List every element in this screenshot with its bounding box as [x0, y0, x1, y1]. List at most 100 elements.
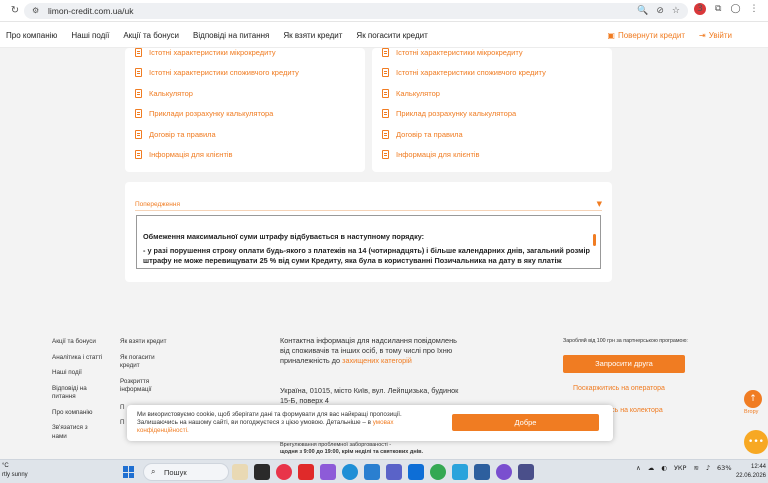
- weather-widget[interactable]: °C rtly sunny: [2, 462, 28, 480]
- telegram-icon[interactable]: [452, 464, 468, 480]
- complain-operator-link[interactable]: Поскаржитись на оператора: [573, 385, 665, 392]
- taskbar: °C rtly sunny ⌕ Пошук ∧ ☁ ◐ УКР ≋ ♪ 63% …: [0, 459, 768, 483]
- doc-link[interactable]: Інформація для клієнтів: [135, 145, 365, 166]
- app-icon[interactable]: [254, 464, 270, 480]
- app-dark-icon[interactable]: [518, 464, 534, 480]
- browser-toolbar: ↻ ⚙ limon-credit.com.ua/uk 🔍 ⊘ ☆ 3 ⧉ ◯ ⋮: [0, 0, 768, 22]
- doc-link[interactable]: Істотні характеристики споживчого кредит…: [135, 63, 365, 84]
- document-icon: [382, 47, 389, 57]
- language-indicator[interactable]: УКР: [674, 464, 687, 472]
- login-icon: ⇥: [699, 30, 706, 40]
- menu-faq[interactable]: Відповіді на питання: [193, 31, 269, 40]
- documents-card-left: Істотні характеристики мікрокредиту Істо…: [125, 47, 365, 172]
- dropbox-icon[interactable]: [408, 464, 424, 480]
- battery-indicator[interactable]: 63%: [717, 464, 731, 472]
- system-tray: ∧ ☁ ◐ УКР ≋ ♪ 63%: [636, 464, 732, 472]
- document-icon: [382, 150, 389, 160]
- footer-link[interactable]: Як погасити кредит: [120, 354, 162, 371]
- chat-icon[interactable]: •••: [744, 430, 768, 454]
- document-icon: [382, 109, 389, 119]
- footer-col-1: Акції та бонуси Аналітика і статті Наші …: [52, 338, 112, 441]
- chrome-icon[interactable]: [430, 464, 446, 480]
- warning-title[interactable]: Попередження: [135, 201, 180, 208]
- footer-link[interactable]: Акції та бонуси: [52, 338, 112, 347]
- document-icon: [135, 68, 142, 78]
- cookie-accept-button[interactable]: Добре: [452, 414, 599, 431]
- contact-info: Контактна інформація для надсилання пові…: [280, 336, 457, 365]
- file-explorer-icon[interactable]: [232, 464, 248, 480]
- warning-heading: Обмеження максимальної суми штрафу відбу…: [143, 232, 425, 241]
- eye-off-icon[interactable]: ⊘: [656, 6, 664, 16]
- wallet-icon: ▣: [607, 30, 615, 40]
- company-address: Україна, 01015, місто Київ, вул. Лейпциз…: [280, 386, 459, 405]
- doc-link[interactable]: Калькулятор: [135, 83, 365, 104]
- doc-link[interactable]: Істотні характеристики споживчого кредит…: [382, 63, 612, 84]
- doc-link[interactable]: Калькулятор: [382, 83, 612, 104]
- document-icon: [135, 129, 142, 139]
- footer-link[interactable]: Розкриття інформації: [120, 378, 160, 395]
- address-bar[interactable]: ⚙ limon-credit.com.ua/uk 🔍 ⊘ ☆: [24, 3, 688, 19]
- scrollbar-thumb[interactable]: [593, 234, 596, 246]
- doc-link[interactable]: Інформація для клієнтів: [382, 145, 612, 166]
- teams-icon[interactable]: [386, 464, 402, 480]
- cloud-icon[interactable]: ☁: [648, 464, 655, 472]
- menu-events[interactable]: Наші події: [71, 31, 109, 40]
- menu-dots-icon[interactable]: ⋮: [750, 4, 759, 14]
- edge-icon[interactable]: [342, 464, 358, 480]
- doc-link[interactable]: Істотні характеристики мікрокредиту: [382, 42, 612, 63]
- doc-link[interactable]: Істотні характеристики мікрокредиту: [135, 42, 365, 63]
- tray-app-icon[interactable]: ◐: [661, 464, 667, 472]
- app-blue-icon[interactable]: [474, 464, 490, 480]
- reload-icon[interactable]: ↻: [8, 4, 22, 18]
- clock[interactable]: 12:44 22.06.2026: [731, 463, 766, 481]
- menu-about[interactable]: Про компанію: [6, 31, 57, 40]
- menu-how-to-get[interactable]: Як взяти кредит: [283, 31, 342, 40]
- menu-promotions[interactable]: Акції та бонуси: [123, 31, 179, 40]
- chevron-down-icon[interactable]: ▼: [597, 200, 602, 208]
- zoom-icon[interactable]: 🔍: [637, 6, 648, 16]
- warning-text-box[interactable]: Обмеження максимальної суми штрафу відбу…: [136, 215, 601, 269]
- debt-schedule: Врегулювання проблемної заборгованості -…: [280, 442, 424, 455]
- cookie-banner: Ми використовуємо cookie, щоб зберігати …: [127, 405, 613, 441]
- footer-link[interactable]: Відповіді на питання: [52, 385, 98, 402]
- extensions-icon[interactable]: ⧉: [715, 4, 721, 14]
- site-info-icon[interactable]: ⚙: [32, 6, 42, 16]
- footer-link[interactable]: Зв'язатися з нами: [52, 424, 96, 441]
- login-link[interactable]: ⇥ Увійти: [699, 31, 732, 40]
- invite-friend-button[interactable]: Запросити друга: [563, 355, 685, 373]
- warning-item: - у разі порушення строку оплати будь-як…: [143, 246, 590, 265]
- menu-how-to-repay[interactable]: Як погасити кредит: [356, 31, 427, 40]
- bookmark-star-icon[interactable]: ☆: [672, 6, 680, 16]
- document-icon: [135, 109, 142, 119]
- document-icon: [382, 129, 389, 139]
- document-icon: [135, 150, 142, 160]
- footer-link[interactable]: Про компанію: [52, 409, 112, 418]
- store-icon[interactable]: [364, 464, 380, 480]
- viber-icon[interactable]: [496, 464, 512, 480]
- volume-icon[interactable]: ♪: [706, 464, 710, 472]
- footer-link[interactable]: Наші події: [52, 369, 112, 378]
- doc-link[interactable]: Приклад розрахунку калькулятора: [382, 104, 612, 125]
- doc-link[interactable]: Договір та правила: [382, 124, 612, 145]
- wifi-icon[interactable]: ≋: [693, 464, 698, 472]
- profile-icon[interactable]: ◯: [730, 4, 740, 14]
- taskbar-search[interactable]: ⌕ Пошук: [143, 463, 229, 481]
- footer-link[interactable]: Аналітика і статті: [52, 354, 112, 363]
- doc-link[interactable]: Договір та правила: [135, 124, 365, 145]
- app-l-icon[interactable]: [298, 464, 314, 480]
- protected-categories-link[interactable]: захищених категорій: [342, 356, 412, 365]
- extension-badge-icon[interactable]: 3: [694, 3, 706, 15]
- scroll-up-label[interactable]: Вгору: [744, 409, 758, 415]
- return-credit-link[interactable]: ▣ Повернути кредит: [607, 31, 685, 40]
- tray-up-icon[interactable]: ∧: [636, 464, 641, 472]
- document-icon: [135, 47, 142, 57]
- arrow-up-icon[interactable]: ↑: [744, 390, 762, 408]
- document-icon: [382, 68, 389, 78]
- footer-link[interactable]: Як взяти кредит: [120, 338, 170, 347]
- opera-icon[interactable]: [276, 464, 292, 480]
- taskbar-apps: [232, 464, 534, 480]
- search-icon: ⌕: [151, 467, 156, 476]
- doc-link[interactable]: Приклади розрахунку калькулятора: [135, 104, 365, 125]
- windows-start-icon[interactable]: [123, 466, 135, 478]
- copilot-icon[interactable]: [320, 464, 336, 480]
